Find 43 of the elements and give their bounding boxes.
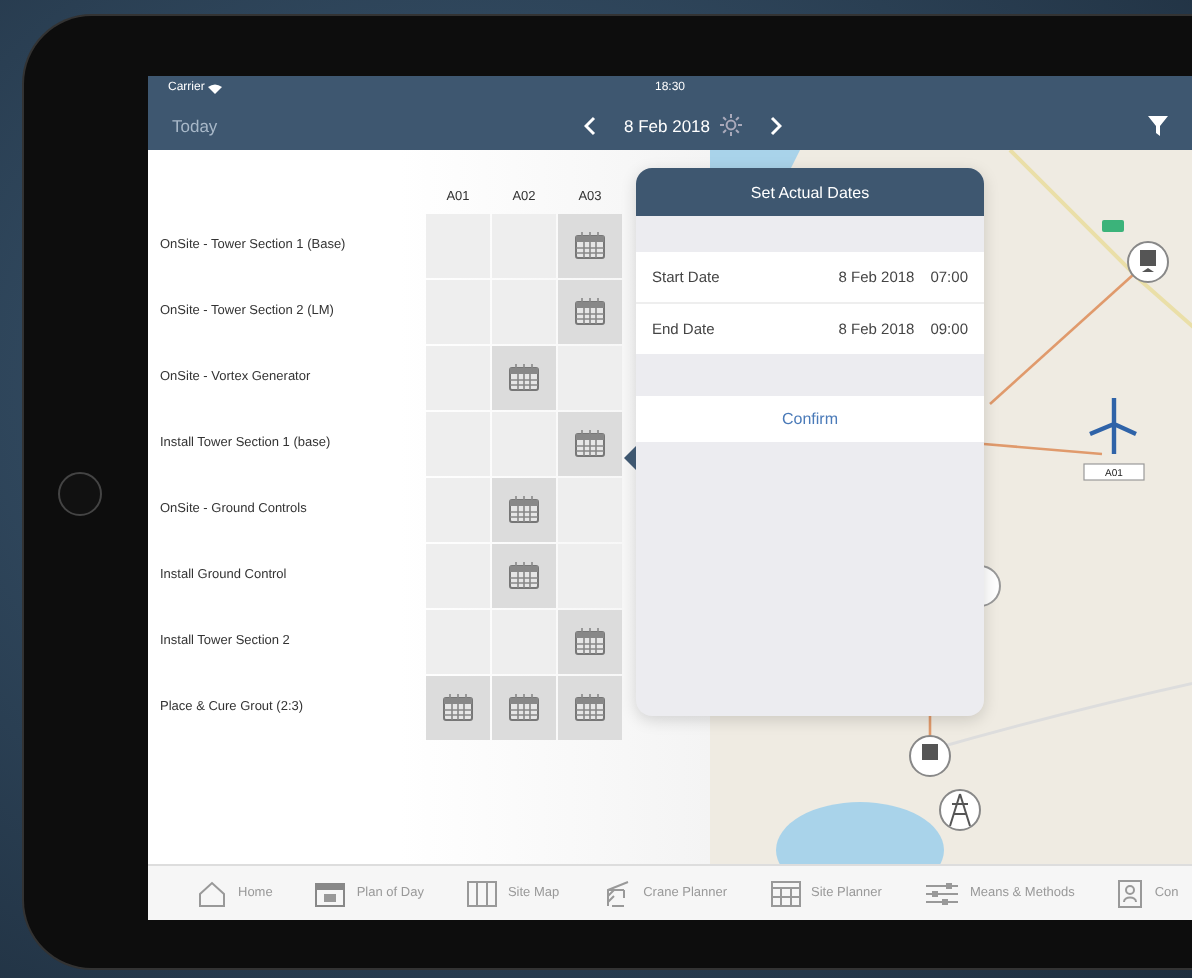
- calendar-icon: [314, 879, 347, 907]
- popover-title: Set Actual Dates: [750, 183, 870, 201]
- map-icon: [465, 879, 498, 907]
- scheduled-cell[interactable]: [492, 543, 556, 607]
- calendar-icon: [574, 230, 606, 260]
- grid-icon: [769, 879, 802, 907]
- chevron-right-icon[interactable]: [770, 115, 783, 135]
- confirm-button[interactable]: Confirm: [636, 396, 984, 442]
- transformer-marker[interactable]: [1127, 241, 1169, 283]
- wifi-icon: [208, 83, 223, 93]
- cable-line: [928, 716, 932, 736]
- calendar-icon: [508, 494, 540, 524]
- house-icon: [196, 879, 228, 907]
- transformer-marker[interactable]: [909, 735, 951, 777]
- wind-turbine-icon[interactable]: [1087, 395, 1139, 457]
- filter-icon[interactable]: [1148, 115, 1168, 135]
- crane-icon: [601, 879, 634, 907]
- scheduled-cell[interactable]: [426, 675, 490, 739]
- today-button[interactable]: Today: [172, 115, 218, 135]
- calendar-icon: [574, 428, 606, 458]
- calendar-icon: [508, 362, 540, 392]
- calendar-icon: [508, 560, 540, 590]
- scheduled-cell[interactable]: [492, 477, 556, 541]
- map-tag: [1102, 220, 1124, 232]
- scheduled-cell[interactable]: [558, 213, 622, 277]
- calendar-icon: [442, 692, 474, 722]
- scheduled-cell[interactable]: [558, 411, 622, 475]
- scheduled-cell[interactable]: [558, 609, 622, 673]
- scheduled-cell[interactable]: [492, 345, 556, 409]
- pylon-marker[interactable]: [939, 789, 981, 831]
- person-icon: [1116, 879, 1145, 907]
- sun-icon: [720, 114, 743, 136]
- cable-line: [983, 442, 1103, 456]
- scheduled-cell[interactable]: [558, 279, 622, 343]
- sliders-icon: [923, 879, 960, 907]
- calendar-icon: [574, 692, 606, 722]
- scheduled-cell[interactable]: [492, 675, 556, 739]
- chevron-left-icon[interactable]: [584, 115, 596, 135]
- calendar-icon: [574, 626, 606, 656]
- date-label: 8 Feb 2018: [624, 115, 711, 135]
- calendar-icon: [574, 296, 606, 326]
- scheduled-cell[interactable]: [558, 675, 622, 739]
- calendar-icon: [508, 692, 540, 722]
